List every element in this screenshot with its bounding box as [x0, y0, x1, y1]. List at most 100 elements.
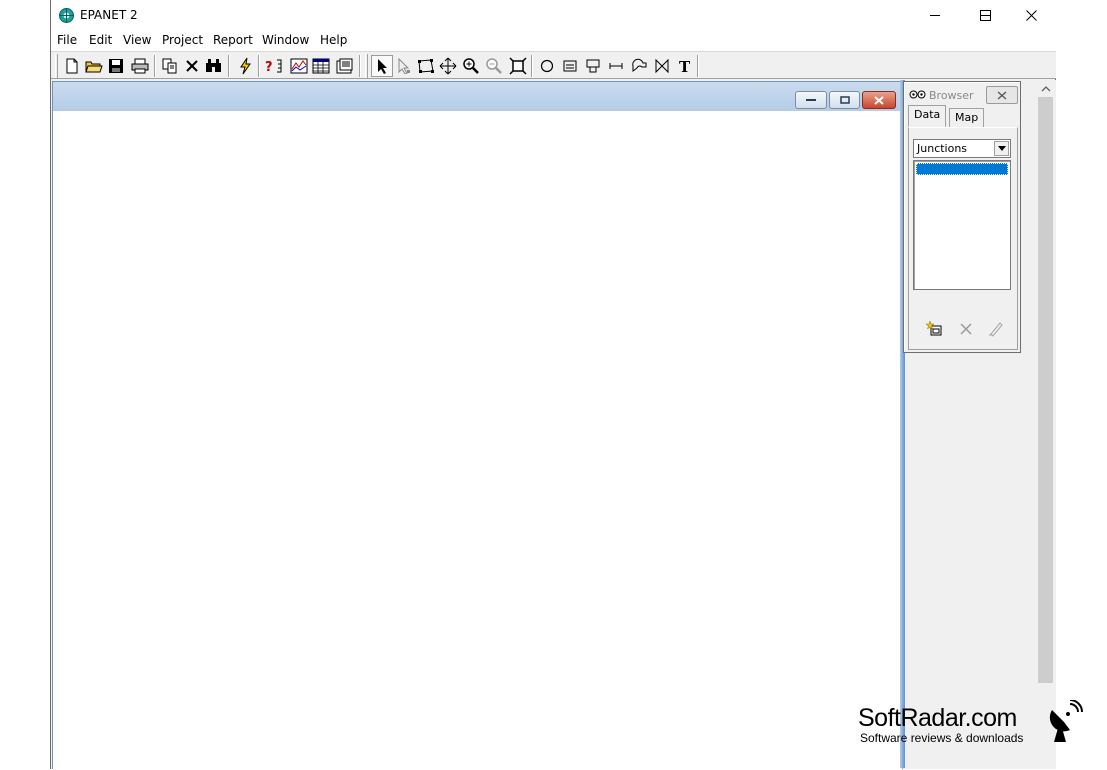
menu-file[interactable]: File [57, 33, 77, 47]
add-pipe-icon [609, 63, 623, 69]
select-vertex-button[interactable] [393, 55, 415, 77]
pan-icon [439, 57, 457, 75]
svg-text:?: ? [265, 60, 273, 74]
run-button[interactable] [234, 55, 256, 77]
window-title: EPANET 2 [80, 8, 138, 22]
open-button[interactable] [83, 55, 105, 77]
close-icon [997, 91, 1007, 99]
selected-list-item[interactable] [916, 163, 1008, 175]
scrollbar-thumb[interactable] [1038, 97, 1053, 683]
tab-data[interactable]: Data [908, 105, 947, 127]
add-valve-button[interactable] [651, 55, 673, 77]
copy-icon [162, 58, 177, 74]
object-type-value: Junctions [917, 142, 968, 155]
add-valve-icon [655, 58, 669, 74]
add-tank-button[interactable] [582, 55, 604, 77]
find-icon [206, 59, 221, 72]
dropdown-arrow[interactable] [994, 141, 1009, 156]
options-button[interactable] [333, 55, 355, 77]
save-icon [109, 59, 123, 73]
maximize-icon [979, 10, 991, 21]
zoom-in-button[interactable] [460, 55, 482, 77]
network-map-canvas[interactable] [53, 111, 902, 770]
print-button[interactable] [129, 55, 151, 77]
menu-edit[interactable]: Edit [89, 33, 112, 47]
select-object-button[interactable] [371, 55, 393, 77]
network-map-window [52, 81, 903, 770]
menu-report[interactable]: Report [213, 33, 253, 47]
toolbar: ? T [51, 51, 1056, 79]
add-junction-icon [540, 59, 554, 73]
toolbar-grip[interactable] [55, 54, 58, 78]
add-pump-icon [632, 58, 647, 72]
map-restore-button[interactable] [829, 91, 860, 109]
toolbar-separator [228, 55, 230, 77]
maximize-window-button[interactable] [962, 0, 1008, 31]
add-pump-button[interactable] [628, 55, 650, 77]
full-extent-button[interactable] [507, 55, 529, 77]
delete-button[interactable] [181, 55, 203, 77]
edit-object-button[interactable] [985, 318, 1007, 340]
find-button[interactable] [203, 55, 225, 77]
map-window-caption[interactable] [53, 82, 902, 111]
select-object-icon [378, 59, 387, 74]
save-button[interactable] [105, 55, 127, 77]
select-region-button[interactable] [415, 55, 437, 77]
query-button[interactable]: ? [264, 55, 286, 77]
add-junction-button[interactable] [536, 55, 558, 77]
open-icon [85, 61, 103, 73]
delete-object-button[interactable] [955, 318, 977, 340]
graph-button[interactable] [288, 55, 310, 77]
add-icon [926, 320, 942, 336]
close-window-button[interactable] [1008, 0, 1054, 31]
pan-button[interactable] [437, 55, 459, 77]
map-minimize-button[interactable] [795, 91, 827, 109]
new-button[interactable] [61, 55, 83, 77]
object-type-select[interactable]: Junctions [913, 139, 1011, 158]
browser-close-button[interactable] [986, 86, 1018, 104]
browser-panel: Browser Data Map Junctions [903, 81, 1021, 353]
toolbar-separator [258, 55, 260, 77]
map-close-button[interactable] [862, 91, 896, 109]
zoom-in-icon [463, 58, 479, 74]
toolbar-separator [531, 55, 533, 77]
mdi-workspace: Browser Data Map Junctions [51, 80, 1036, 770]
add-object-button[interactable] [924, 318, 946, 340]
zoom-out-button[interactable] [483, 55, 505, 77]
add-reservoir-button[interactable] [559, 55, 581, 77]
table-button[interactable] [310, 55, 332, 77]
delete-icon [186, 60, 198, 72]
object-list[interactable] [913, 160, 1011, 290]
run-icon [240, 57, 251, 75]
softradar-watermark: SoftRadar.com Software reviews & downloa… [858, 700, 1098, 754]
browser-data-panel: Junctions [908, 127, 1018, 350]
minimize-icon [806, 99, 816, 101]
new-icon [66, 58, 78, 74]
menu-help[interactable]: Help [320, 33, 347, 47]
restore-icon [839, 96, 850, 104]
scroll-up-icon[interactable] [1041, 86, 1051, 92]
close-icon [874, 95, 884, 105]
menu-bar: File Edit View Project Report Window Hel… [51, 31, 1056, 51]
add-pipe-button[interactable] [605, 55, 627, 77]
copy-button[interactable] [159, 55, 181, 77]
vertical-scrollbar[interactable] [1036, 80, 1056, 769]
satellite-dish-icon [1049, 700, 1083, 742]
menu-project[interactable]: Project [162, 33, 203, 47]
add-label-button[interactable]: T [674, 55, 696, 77]
edit-icon [989, 322, 1003, 337]
minimize-window-button[interactable] [912, 0, 958, 31]
delete-icon [960, 323, 972, 335]
toolbar-grip[interactable] [365, 54, 368, 78]
add-tank-icon [586, 59, 600, 73]
toolbar-separator [697, 55, 699, 77]
svg-text:T: T [679, 58, 691, 74]
select-region-icon [418, 59, 434, 73]
toolbar-separator [359, 55, 361, 77]
tab-map[interactable]: Map [949, 108, 985, 127]
menu-view[interactable]: View [123, 33, 151, 47]
minimize-icon [929, 15, 940, 16]
zoom-out-icon [486, 58, 502, 74]
menu-window[interactable]: Window [262, 33, 309, 47]
title-bar: EPANET 2 [51, 0, 1056, 31]
